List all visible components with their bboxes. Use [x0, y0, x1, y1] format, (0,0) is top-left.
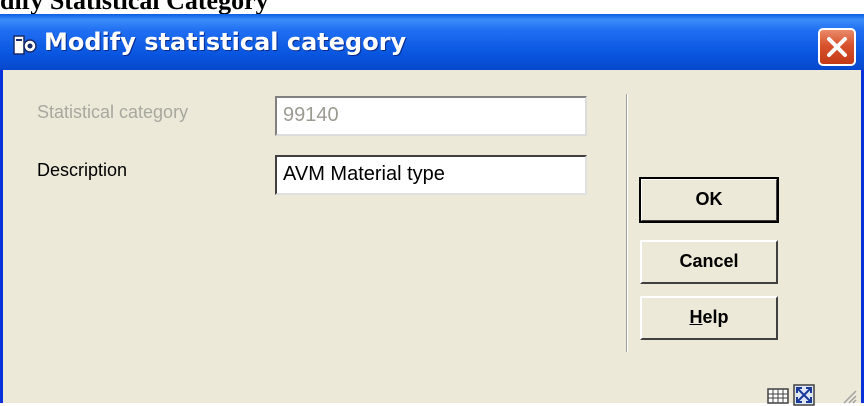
- statistical-category-label: Statistical category: [37, 102, 189, 122]
- help-button[interactable]: Help: [640, 296, 778, 340]
- close-button[interactable]: [818, 28, 856, 66]
- dialog-content: Statistical category 99140 Description A…: [3, 70, 861, 406]
- library-app-icon[interactable]: [12, 32, 40, 60]
- statistical-category-field: 99140: [275, 96, 587, 136]
- dialog-window: Modify statistical category Statistical …: [0, 14, 864, 406]
- cancel-button[interactable]: Cancel: [640, 240, 778, 284]
- title-bar[interactable]: Modify statistical category: [0, 14, 864, 70]
- help-button-mnemonic: H: [689, 307, 703, 327]
- description-label: Description: [37, 160, 128, 180]
- ok-button[interactable]: OK: [639, 177, 779, 223]
- description-field[interactable]: AVM Material type: [275, 155, 587, 195]
- resize-grip-icon[interactable]: [839, 386, 857, 404]
- help-button-label: elp: [702, 307, 729, 327]
- vertical-divider: [626, 94, 628, 352]
- close-icon: [827, 37, 847, 57]
- dialog-title: Modify statistical category: [44, 28, 407, 56]
